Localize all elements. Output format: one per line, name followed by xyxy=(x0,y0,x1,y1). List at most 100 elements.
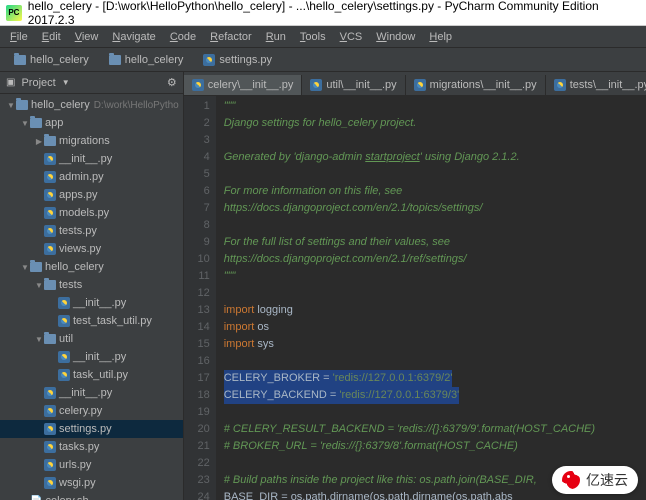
python-file-icon xyxy=(44,243,56,255)
chevron-down-icon[interactable]: ▼ xyxy=(62,78,70,87)
tree-item[interactable]: 📄celery.sh xyxy=(0,492,183,500)
tree-arrow-icon[interactable] xyxy=(20,263,30,272)
tree-item[interactable]: models.py xyxy=(0,204,183,222)
line-number: 5 xyxy=(184,166,210,183)
tree-item-label: app xyxy=(45,117,63,129)
editor-tab-label: migrations\__init__.py xyxy=(430,79,537,91)
tree-arrow-icon[interactable] xyxy=(34,335,44,344)
tree-item[interactable]: app xyxy=(0,114,183,132)
line-number: 15 xyxy=(184,336,210,353)
tree-item[interactable]: util xyxy=(0,330,183,348)
project-tree[interactable]: hello_celeryD:\work\HelloPythoappmigrati… xyxy=(0,94,183,500)
tree-item[interactable]: test_task_util.py xyxy=(0,312,183,330)
tree-item[interactable]: wsgi.py xyxy=(0,474,183,492)
line-number: 3 xyxy=(184,132,210,149)
line-number: 17 xyxy=(184,370,210,387)
project-dropdown-icon[interactable]: ▣ xyxy=(6,77,15,88)
line-number: 12 xyxy=(184,285,210,302)
gear-icon[interactable]: ⚙ xyxy=(167,76,177,89)
editor-tab[interactable]: tests\__init__.py xyxy=(546,75,646,95)
tree-item[interactable]: admin.py xyxy=(0,168,183,186)
python-file-icon xyxy=(192,79,204,91)
tree-item-label: models.py xyxy=(59,207,109,219)
tree-item-label: urls.py xyxy=(59,459,91,471)
menu-code[interactable]: Code xyxy=(164,29,202,45)
tree-item[interactable]: views.py xyxy=(0,240,183,258)
folder-icon xyxy=(44,280,56,290)
tree-item[interactable]: tests xyxy=(0,276,183,294)
editor-body[interactable]: 123456789101112131415161718192021222324 … xyxy=(184,96,646,500)
tree-item-path: D:\work\HelloPytho xyxy=(94,100,179,111)
menu-navigate[interactable]: Navigate xyxy=(106,29,161,45)
tree-item-label: celery.sh xyxy=(45,495,88,500)
python-file-icon xyxy=(44,207,56,219)
tree-arrow-icon[interactable] xyxy=(34,281,44,290)
code-line: """ xyxy=(224,268,646,285)
python-file-icon xyxy=(58,351,70,363)
tree-item[interactable]: __init__.py xyxy=(0,348,183,366)
tree-item[interactable]: migrations xyxy=(0,132,183,150)
line-number: 7 xyxy=(184,200,210,217)
tree-item-label: migrations xyxy=(59,135,110,147)
code-line: import logging xyxy=(224,302,646,319)
tree-item-label: admin.py xyxy=(59,171,104,183)
tree-arrow-icon[interactable] xyxy=(34,137,44,146)
line-number: 18 xyxy=(184,387,210,404)
tree-item-label: __init__.py xyxy=(59,153,112,165)
tree-arrow-icon[interactable] xyxy=(20,119,30,128)
breadcrumb-item[interactable]: hello_celery xyxy=(101,52,192,68)
menu-view[interactable]: View xyxy=(69,29,105,45)
python-file-icon xyxy=(44,423,56,435)
menu-run[interactable]: Run xyxy=(260,29,292,45)
menu-help[interactable]: Help xyxy=(423,29,458,45)
code-line: Django settings for hello_celery project… xyxy=(224,115,646,132)
editor-tab-label: util\__init__.py xyxy=(326,79,396,91)
tree-item-label: apps.py xyxy=(59,189,98,201)
menu-edit[interactable]: Edit xyxy=(36,29,67,45)
editor-tab[interactable]: celery\__init__.py xyxy=(184,75,303,95)
line-number: 19 xyxy=(184,404,210,421)
breadcrumb-item[interactable]: settings.py xyxy=(195,52,280,68)
menu-bar: FileEditViewNavigateCodeRefactorRunTools… xyxy=(0,26,646,48)
tree-item[interactable]: hello_celeryD:\work\HelloPytho xyxy=(0,96,183,114)
tree-item[interactable]: task_util.py xyxy=(0,366,183,384)
tree-item[interactable]: __init__.py xyxy=(0,294,183,312)
tree-arrow-icon[interactable] xyxy=(6,101,16,110)
python-file-icon xyxy=(310,79,322,91)
menu-tools[interactable]: Tools xyxy=(294,29,332,45)
tree-item[interactable]: apps.py xyxy=(0,186,183,204)
breadcrumb-label: hello_celery xyxy=(125,54,184,66)
line-number: 24 xyxy=(184,489,210,500)
python-file-icon xyxy=(58,315,70,327)
tree-item[interactable]: celery.py xyxy=(0,402,183,420)
tree-item-label: wsgi.py xyxy=(59,477,96,489)
tree-item-label: __init__.py xyxy=(59,387,112,399)
breadcrumb-item[interactable]: hello_celery xyxy=(6,52,97,68)
tree-item[interactable]: tasks.py xyxy=(0,438,183,456)
editor-area: celery\__init__.py util\__init__.py migrat… xyxy=(184,72,646,500)
editor-tab[interactable]: util\__init__.py xyxy=(302,75,405,95)
editor-tab[interactable]: migrations\__init__.py xyxy=(406,75,546,95)
python-file-icon xyxy=(58,369,70,381)
breadcrumb-bar: hello_celery hello_celery settings.py xyxy=(0,48,646,72)
tree-item[interactable]: settings.py xyxy=(0,420,183,438)
tree-item[interactable]: hello_celery xyxy=(0,258,183,276)
menu-file[interactable]: File xyxy=(4,29,34,45)
pycharm-icon: PC xyxy=(6,5,22,21)
code-line xyxy=(224,132,646,149)
breadcrumb-label: hello_celery xyxy=(30,54,89,66)
code-content[interactable]: """ Django settings for hello_celery proj… xyxy=(216,96,646,500)
line-number: 4 xyxy=(184,149,210,166)
folder-icon xyxy=(16,100,28,110)
tree-item[interactable]: tests.py xyxy=(0,222,183,240)
menu-vcs[interactable]: VCS xyxy=(334,29,369,45)
code-line: For the full list of settings and their … xyxy=(224,234,646,251)
window-title: hello_celery - [D:\work\HelloPython\hell… xyxy=(28,0,640,27)
line-number: 10 xyxy=(184,251,210,268)
menu-refactor[interactable]: Refactor xyxy=(204,29,258,45)
tool-window-header[interactable]: ▣ Project ▼ ⚙ xyxy=(0,72,183,94)
tree-item[interactable]: urls.py xyxy=(0,456,183,474)
menu-window[interactable]: Window xyxy=(370,29,421,45)
tree-item[interactable]: __init__.py xyxy=(0,150,183,168)
tree-item[interactable]: __init__.py xyxy=(0,384,183,402)
